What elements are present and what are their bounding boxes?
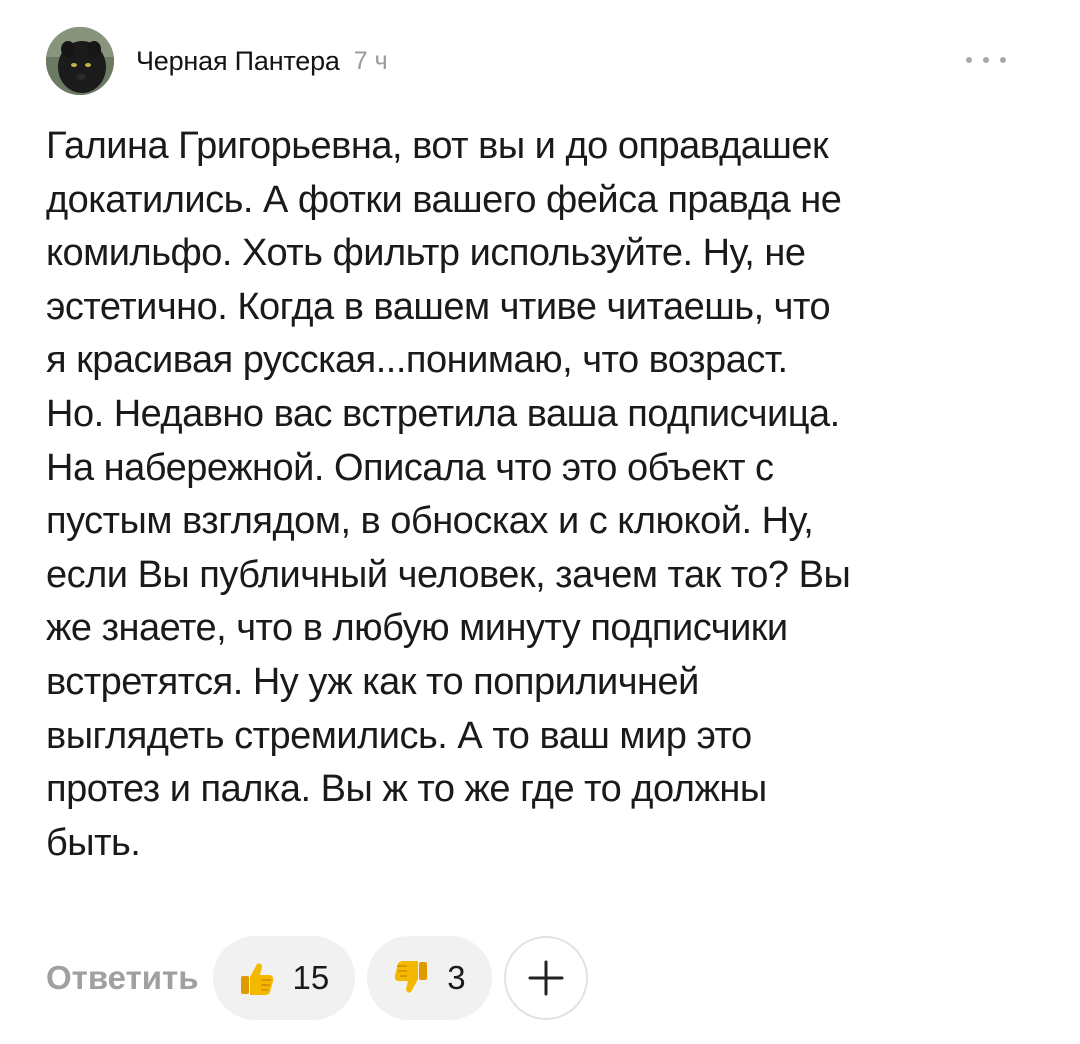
avatar[interactable] xyxy=(46,27,114,95)
reply-button[interactable]: Ответить xyxy=(46,959,199,997)
author-name[interactable]: Черная Пантера xyxy=(136,46,340,77)
dislike-count: 3 xyxy=(447,959,466,996)
black-panther-avatar-icon xyxy=(46,27,114,95)
comment-text: Галина Григорьевна, вот вы и до оправдаш… xyxy=(46,125,851,864)
comment-header: Черная Пантера 7 ч xyxy=(46,27,1026,95)
comment-card: Черная Пантера 7 ч Галина Григорьевна, в… xyxy=(0,0,1080,1044)
thumbs-down-emoji-icon xyxy=(395,961,428,993)
thumbs-up-emoji-icon xyxy=(240,963,273,995)
comment-time: 7 ч xyxy=(353,46,388,75)
add-reaction-button[interactable] xyxy=(503,936,588,1020)
more-dots-icon[interactable] xyxy=(966,45,1006,75)
comment-actions: Ответить 15 3 xyxy=(46,934,588,1022)
like-count: 15 xyxy=(292,959,330,996)
dislike-button[interactable]: 3 xyxy=(367,936,492,1020)
like-button[interactable]: 15 xyxy=(212,936,356,1020)
plus-icon xyxy=(528,960,564,996)
